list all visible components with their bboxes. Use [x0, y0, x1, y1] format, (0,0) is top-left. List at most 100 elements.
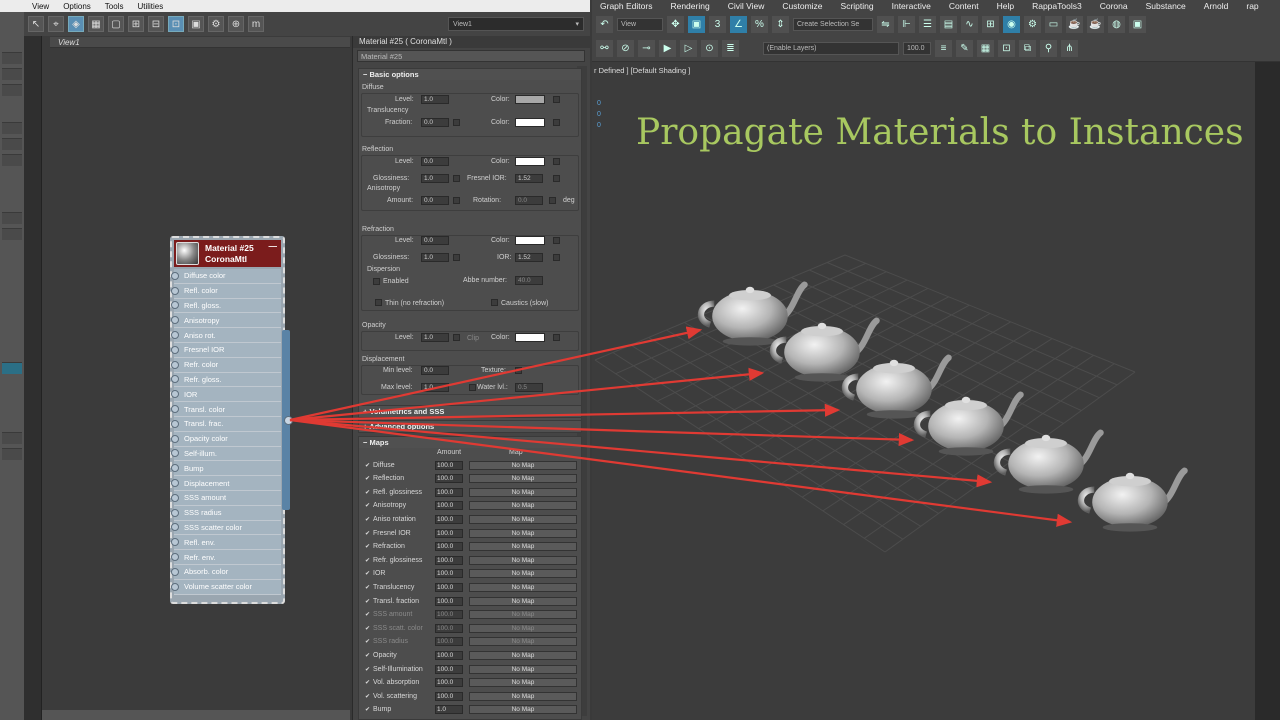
checkbox[interactable]: [553, 96, 560, 103]
check-icon[interactable]: ✔: [365, 679, 371, 686]
map-slot-button[interactable]: No Map: [469, 678, 577, 688]
browser-item[interactable]: [2, 138, 22, 150]
layer-icon[interactable]: ☰: [919, 15, 936, 33]
thin-checkbox[interactable]: [375, 299, 382, 306]
node-slot[interactable]: Refr. gloss.: [171, 372, 281, 388]
rollout-header[interactable]: − Basic options: [359, 69, 581, 80]
aniso-amount-spinner[interactable]: 0.0: [421, 196, 449, 205]
input-socket[interactable]: [171, 405, 179, 414]
percent-snap-icon[interactable]: %: [751, 15, 768, 33]
input-socket[interactable]: [171, 538, 179, 547]
delete-icon[interactable]: ▢: [108, 16, 124, 32]
selection-set-select[interactable]: Create Selection Se: [793, 17, 873, 31]
refraction-gloss-spinner[interactable]: 1.0: [421, 253, 449, 262]
node-slot[interactable]: SSS radius: [171, 505, 281, 521]
rollout-header[interactable]: + Advanced options: [359, 421, 581, 432]
map-slot-button[interactable]: No Map: [469, 501, 577, 511]
checkbox[interactable]: [453, 197, 460, 204]
select-by-material-icon[interactable]: m: [248, 16, 264, 32]
node-slot[interactable]: SSS scatter color: [171, 520, 281, 536]
checkbox[interactable]: [453, 334, 460, 341]
grid-icon[interactable]: ▦: [977, 40, 994, 57]
map-amount-spinner[interactable]: 100.0: [435, 596, 463, 606]
snap-3d-icon[interactable]: 3: [709, 15, 726, 33]
node-slot[interactable]: Bump: [171, 461, 281, 477]
input-socket[interactable]: [171, 508, 179, 517]
map-slot-button[interactable]: No Map: [469, 623, 577, 633]
input-socket[interactable]: [171, 449, 179, 458]
layers-icon[interactable]: ≣: [722, 40, 739, 57]
map-slot-button[interactable]: No Map: [469, 474, 577, 484]
check-icon[interactable]: ✔: [365, 543, 371, 550]
map-amount-spinner[interactable]: 100.0: [435, 582, 463, 592]
bucket-icon[interactable]: ⊡: [998, 40, 1015, 57]
dispersion-enabled-checkbox[interactable]: [373, 278, 380, 285]
assign-material-icon[interactable]: ◈: [68, 16, 84, 32]
menu-options[interactable]: Options: [63, 2, 91, 11]
checker-icon[interactable]: ▦: [88, 16, 104, 32]
hide-icon[interactable]: ▣: [188, 16, 204, 32]
render-setup-icon[interactable]: ⚙: [1024, 15, 1041, 33]
map-amount-spinner[interactable]: 100.0: [435, 691, 463, 701]
map-slot-button[interactable]: No Map: [469, 596, 577, 606]
browser-item[interactable]: [2, 212, 22, 224]
map-slot-button[interactable]: No Map: [469, 460, 577, 470]
menu-item[interactable]: Help: [997, 1, 1014, 11]
checkbox[interactable]: [553, 237, 560, 244]
node-slot[interactable]: Aniso rot.: [171, 328, 281, 343]
align-icon[interactable]: ⊩: [898, 15, 915, 33]
check-icon[interactable]: ✔: [365, 625, 371, 632]
input-socket[interactable]: [171, 390, 179, 399]
node-slot[interactable]: Absorb. color: [171, 564, 281, 580]
opacity-color-swatch[interactable]: [515, 333, 545, 342]
node-slot[interactable]: Transl. color: [171, 402, 281, 417]
input-socket[interactable]: [171, 493, 179, 502]
translucency-fraction-spinner[interactable]: 0.0: [421, 118, 449, 127]
input-socket[interactable]: [171, 567, 179, 576]
input-socket[interactable]: [171, 360, 179, 369]
check-icon[interactable]: ✔: [365, 516, 371, 523]
move-children-icon[interactable]: ⊕: [228, 16, 244, 32]
node-slot[interactable]: SSS amount: [171, 490, 281, 506]
node-header[interactable]: Material #25 CoronaMtl —: [174, 240, 281, 267]
caustics-checkbox[interactable]: [491, 299, 498, 306]
map-slot-button[interactable]: No Map: [469, 487, 577, 497]
checkbox[interactable]: [549, 197, 556, 204]
menu-item[interactable]: rap: [1246, 1, 1258, 11]
checkbox[interactable]: [553, 254, 560, 261]
map-slot-button[interactable]: No Map: [469, 691, 577, 701]
fresnel-ior-spinner[interactable]: 1.52: [515, 174, 543, 183]
mirror-icon[interactable]: ⇋: [877, 15, 894, 33]
checkbox[interactable]: [453, 175, 460, 182]
check-icon[interactable]: ✔: [365, 489, 371, 496]
checkbox[interactable]: [515, 367, 522, 374]
map-amount-spinner[interactable]: 100.0: [435, 610, 463, 620]
node-slot[interactable]: Refr. env.: [171, 550, 281, 565]
rollout-header[interactable]: − Maps: [359, 437, 581, 448]
input-socket[interactable]: [171, 419, 179, 428]
render-frame-icon[interactable]: ▭: [1045, 15, 1062, 33]
map-slot-button[interactable]: No Map: [469, 610, 577, 620]
angle-snap-icon[interactable]: ∠: [730, 15, 747, 33]
check-icon[interactable]: ✔: [365, 584, 371, 591]
viewport-label[interactable]: r Defined ] [Default Shading ]: [594, 66, 690, 75]
browser-item[interactable]: [2, 228, 22, 240]
horizontal-scrollbar[interactable]: [42, 710, 350, 720]
checkbox[interactable]: [553, 175, 560, 182]
check-icon[interactable]: ✔: [365, 570, 371, 577]
map-amount-spinner[interactable]: 100.0: [435, 555, 463, 565]
browser-item[interactable]: [2, 68, 22, 80]
output-socket[interactable]: [284, 416, 293, 425]
input-socket[interactable]: [171, 479, 179, 488]
input-socket[interactable]: [171, 316, 179, 325]
map-amount-spinner[interactable]: 100.0: [435, 460, 463, 470]
corona-render-icon[interactable]: ◍: [1108, 15, 1125, 33]
unlink-icon[interactable]: ⊘: [617, 40, 634, 57]
checkbox[interactable]: [453, 254, 460, 261]
disp-max-spinner[interactable]: 1.0: [421, 383, 449, 392]
menu-item[interactable]: Interactive: [892, 1, 931, 11]
node-slot[interactable]: Volume scatter color: [171, 579, 281, 595]
map-amount-spinner[interactable]: 100.0: [435, 569, 463, 579]
show-map-icon[interactable]: ⊟: [148, 16, 164, 32]
view-tab[interactable]: View1: [50, 37, 350, 48]
